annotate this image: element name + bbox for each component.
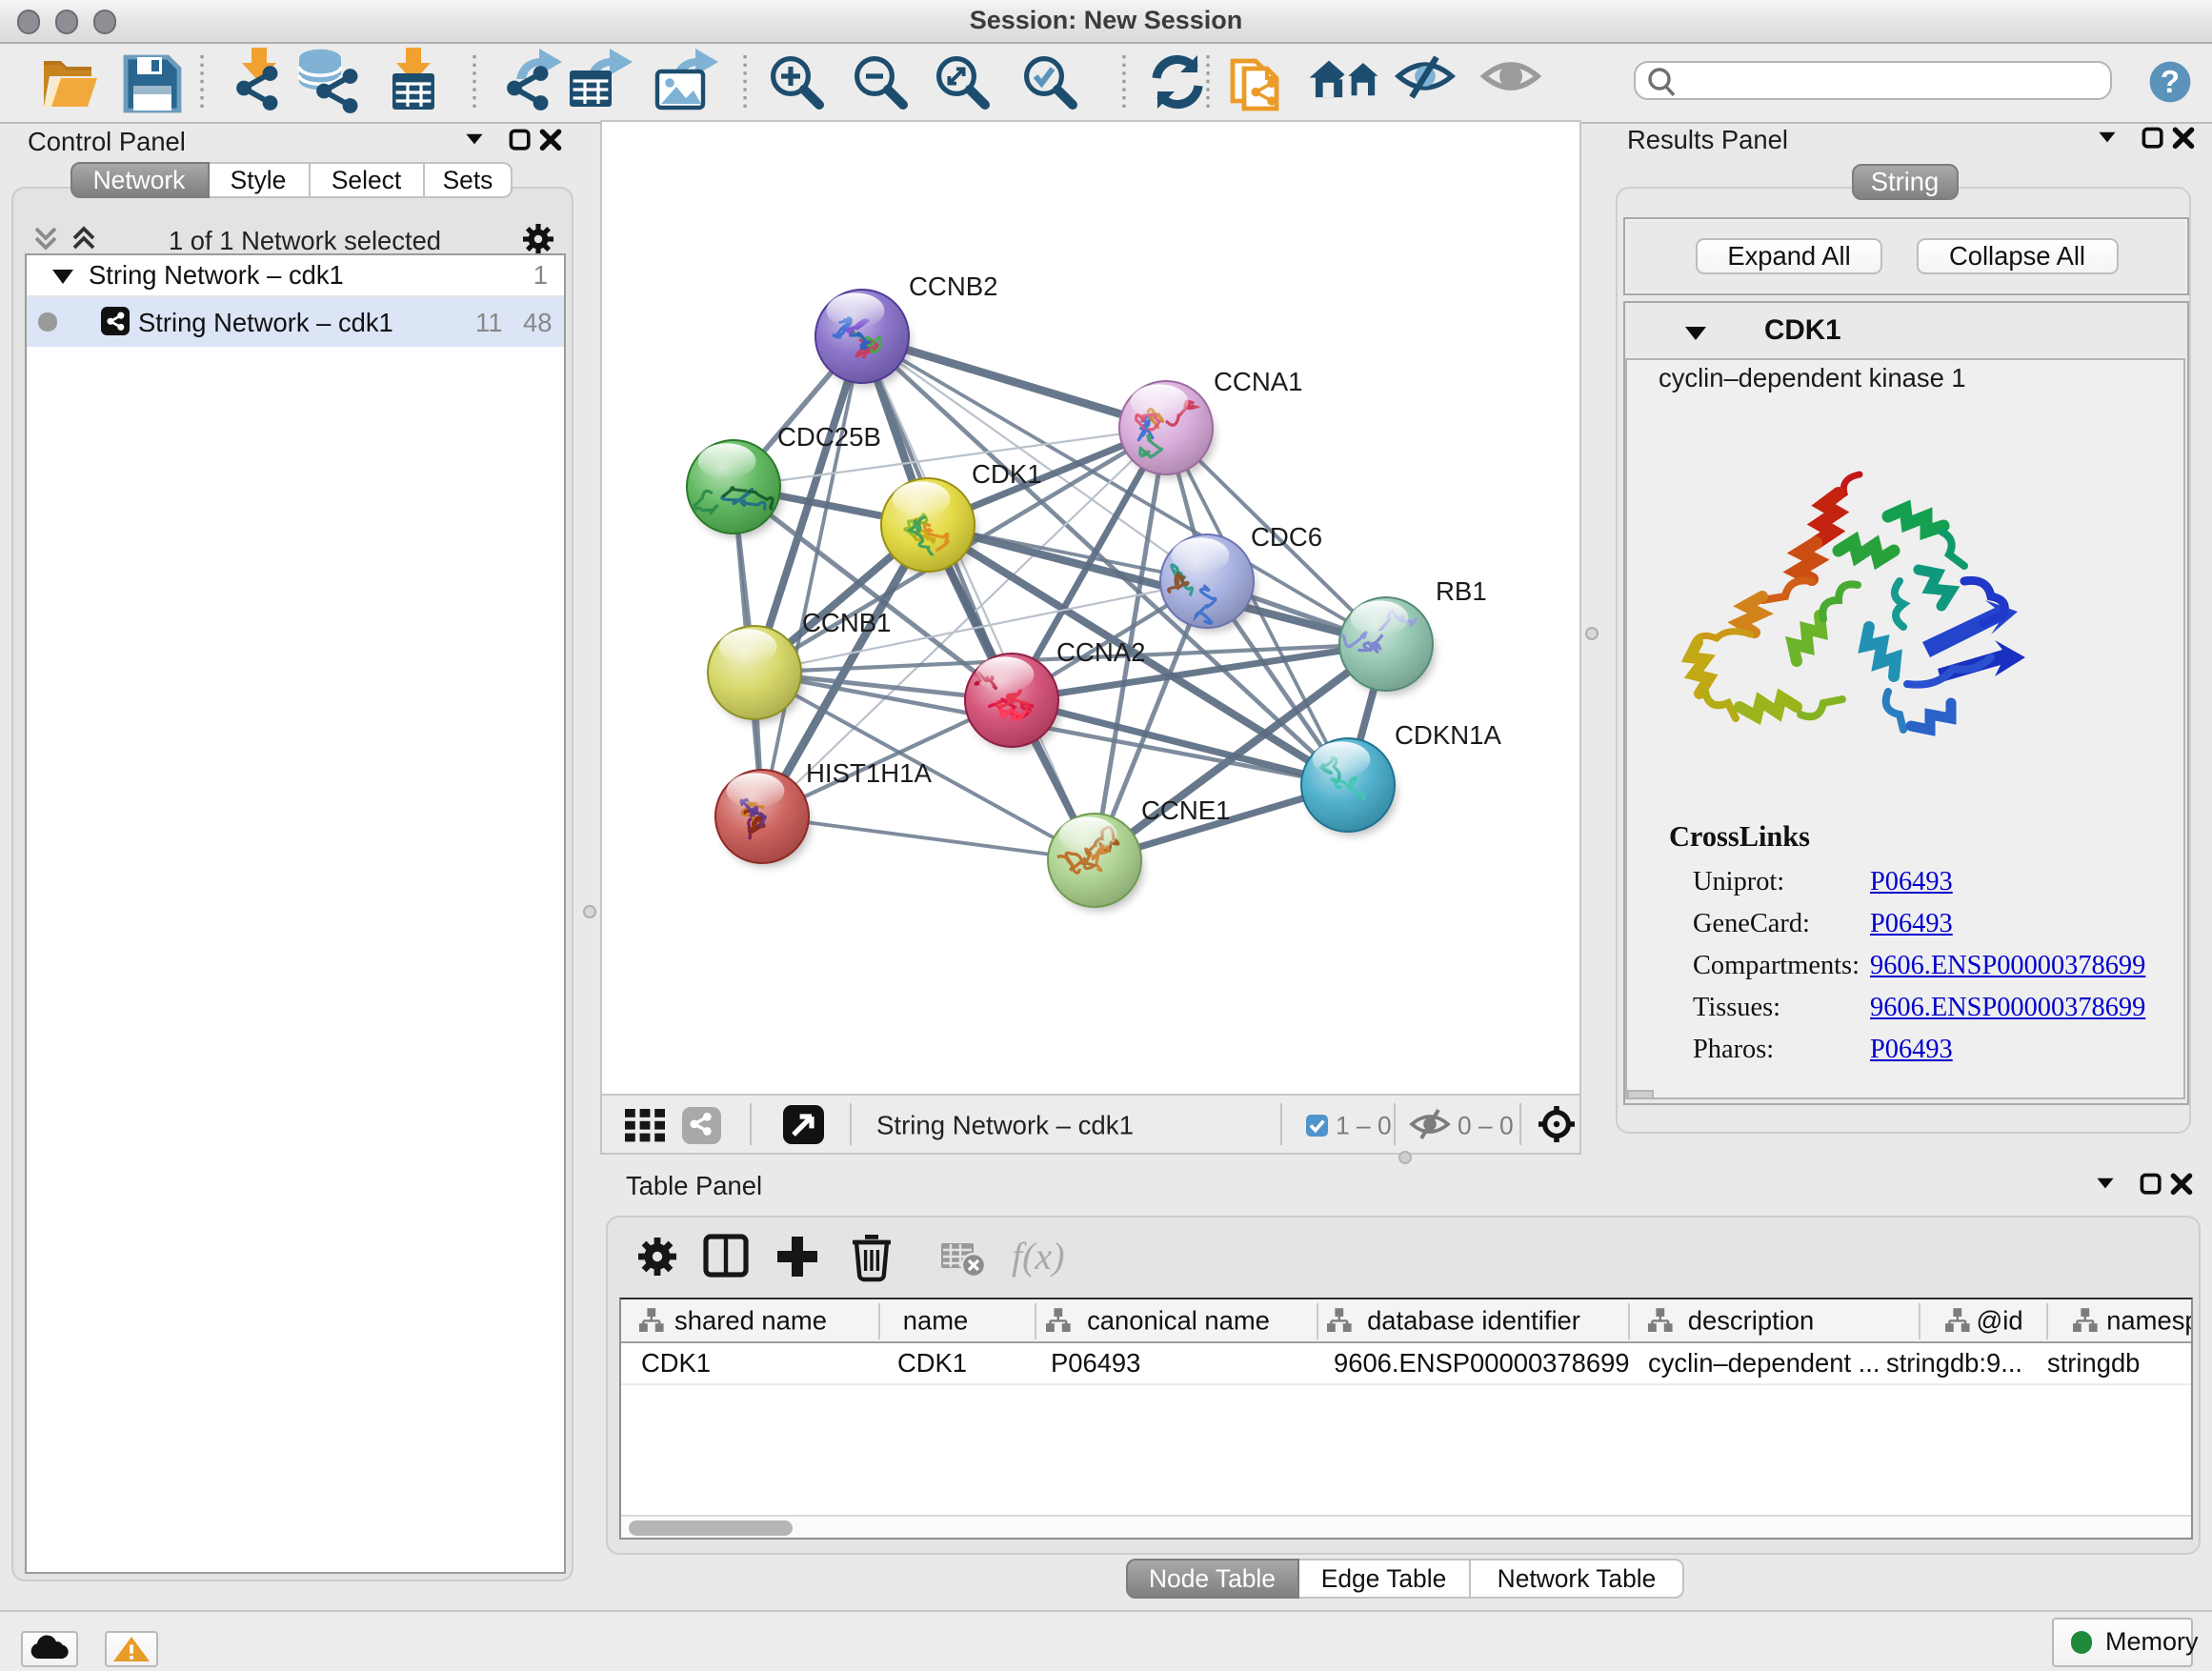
svg-text:CDK1: CDK1 bbox=[972, 458, 1042, 488]
svg-text:canonical name: canonical name bbox=[1087, 1306, 1270, 1336]
svg-text:CDKN1A: CDKN1A bbox=[1395, 719, 1502, 749]
svg-text:CCNB1: CCNB1 bbox=[802, 607, 892, 636]
svg-text:0 – 0: 0 – 0 bbox=[1458, 1111, 1514, 1139]
svg-text:CCNA2: CCNA2 bbox=[1056, 636, 1146, 666]
svg-text:CDC6: CDC6 bbox=[1251, 521, 1322, 551]
svg-text:?: ? bbox=[2161, 64, 2180, 99]
svg-text:CCNA1: CCNA1 bbox=[1214, 366, 1303, 395]
svg-text:String Network – cdk1: String Network – cdk1 bbox=[876, 1110, 1134, 1139]
svg-text:namespace: namespace bbox=[2106, 1306, 2191, 1336]
svg-text:f(x): f(x) bbox=[1012, 1234, 1065, 1277]
svg-text:database identifier: database identifier bbox=[1367, 1306, 1580, 1336]
svg-text:CDC25B: CDC25B bbox=[777, 421, 881, 451]
svg-text:description: description bbox=[1688, 1306, 1814, 1336]
svg-text:shared name: shared name bbox=[674, 1306, 827, 1336]
svg-text:@id: @id bbox=[1976, 1306, 2022, 1336]
svg-text:CCNB2: CCNB2 bbox=[909, 271, 998, 300]
svg-text:RB1: RB1 bbox=[1436, 575, 1487, 605]
svg-text:1 – 0: 1 – 0 bbox=[1336, 1111, 1392, 1139]
svg-text:HIST1H1A: HIST1H1A bbox=[806, 757, 932, 787]
svg-text:CCNE1: CCNE1 bbox=[1141, 795, 1231, 824]
svg-text:name: name bbox=[903, 1306, 969, 1336]
